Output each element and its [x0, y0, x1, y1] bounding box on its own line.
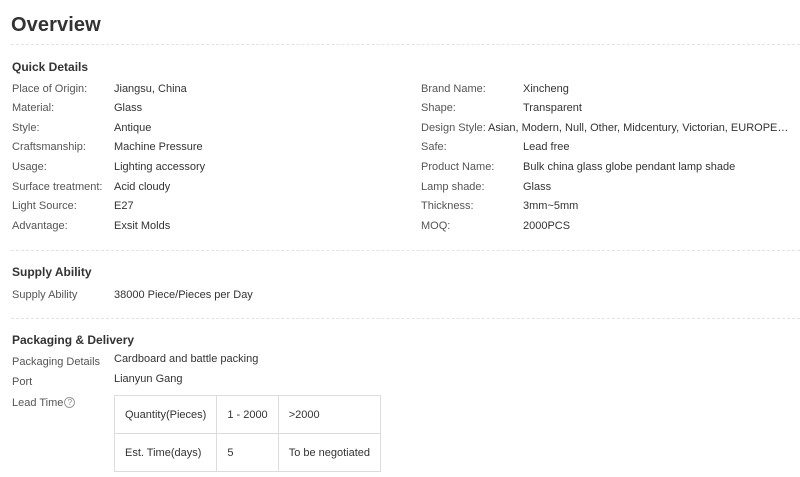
detail-value: Glass: [114, 102, 143, 114]
detail-label: Safe:: [421, 141, 447, 153]
supply-ability-value: 38000 Piece/Pieces per Day: [114, 289, 253, 301]
table-cell: 1 - 2000: [216, 395, 279, 434]
detail-value: 2000PCS: [523, 220, 571, 232]
packaging-details-label: Packaging Details: [12, 356, 101, 368]
table-cell: 5: [216, 433, 279, 472]
detail-value: Xincheng: [523, 83, 569, 95]
detail-value: 3mm~5mm: [523, 200, 579, 212]
detail-label: Design Style:: [421, 122, 486, 134]
detail-label: Shape:: [421, 102, 456, 114]
detail-label: Advantage:: [12, 220, 68, 232]
packaging-details-value: Cardboard and battle packing: [114, 353, 259, 365]
detail-value: Glass: [523, 181, 552, 193]
detail-label: Brand Name:: [421, 83, 486, 95]
table-cell: >2000: [277, 395, 382, 434]
page-title: Overview: [11, 14, 101, 36]
detail-label: Surface treatment:: [12, 181, 103, 193]
table-row: Est. Time(days) 5 To be negotiated: [113, 433, 382, 472]
port-value: Lianyun Gang: [114, 373, 183, 385]
detail-label: Light Source:: [12, 200, 77, 212]
lead-time-table: Quantity(Pieces) 1 - 2000 >2000 Est. Tim…: [113, 395, 382, 472]
detail-label: Thickness:: [421, 200, 474, 212]
detail-label: Material:: [12, 102, 55, 114]
table-cell: To be negotiated: [277, 433, 382, 472]
detail-value: Jiangsu, China: [114, 83, 187, 95]
detail-value: Acid cloudy: [114, 181, 171, 193]
lead-time-label: Lead Time: [12, 397, 64, 409]
detail-value: Lead free: [523, 141, 570, 153]
detail-label: Place of Origin:: [12, 83, 88, 95]
detail-value: Antique: [114, 122, 152, 134]
detail-label: Style:: [12, 122, 40, 134]
detail-value: E27: [114, 200, 134, 212]
divider: [11, 318, 800, 319]
detail-value: Exsit Molds: [114, 220, 171, 232]
table-cell: Est. Time(days): [113, 433, 218, 472]
detail-value: Lighting accessory: [114, 161, 206, 173]
port-label: Port: [12, 376, 33, 388]
section-title-quick-details: Quick Details: [12, 60, 89, 74]
detail-label: Craftsmanship:: [12, 141, 86, 153]
section-title-supply-ability: Supply Ability: [12, 265, 92, 279]
detail-value: Bulk china glass globe pendant lamp shad…: [523, 161, 736, 173]
section-title-packaging: Packaging & Delivery: [12, 333, 135, 347]
question-circle-icon[interactable]: ?: [64, 397, 76, 408]
supply-ability-label: Supply Ability: [12, 289, 78, 301]
detail-label: Lamp shade:: [421, 181, 485, 193]
detail-label: Product Name:: [421, 161, 495, 173]
divider: [11, 44, 800, 45]
detail-value-design-style: Asian, Modern, Null, Other, Midcentury, …: [488, 122, 794, 134]
table-row: Quantity(Pieces) 1 - 2000 >2000: [113, 395, 382, 434]
detail-value: Machine Pressure: [114, 141, 203, 153]
table-cell: Quantity(Pieces): [113, 395, 218, 434]
detail-label: Usage:: [12, 161, 47, 173]
detail-label: MOQ:: [421, 220, 451, 232]
divider: [11, 250, 800, 251]
detail-value: Transparent: [523, 102, 582, 114]
lead-time-label-wrap: Lead Time?: [12, 396, 112, 410]
